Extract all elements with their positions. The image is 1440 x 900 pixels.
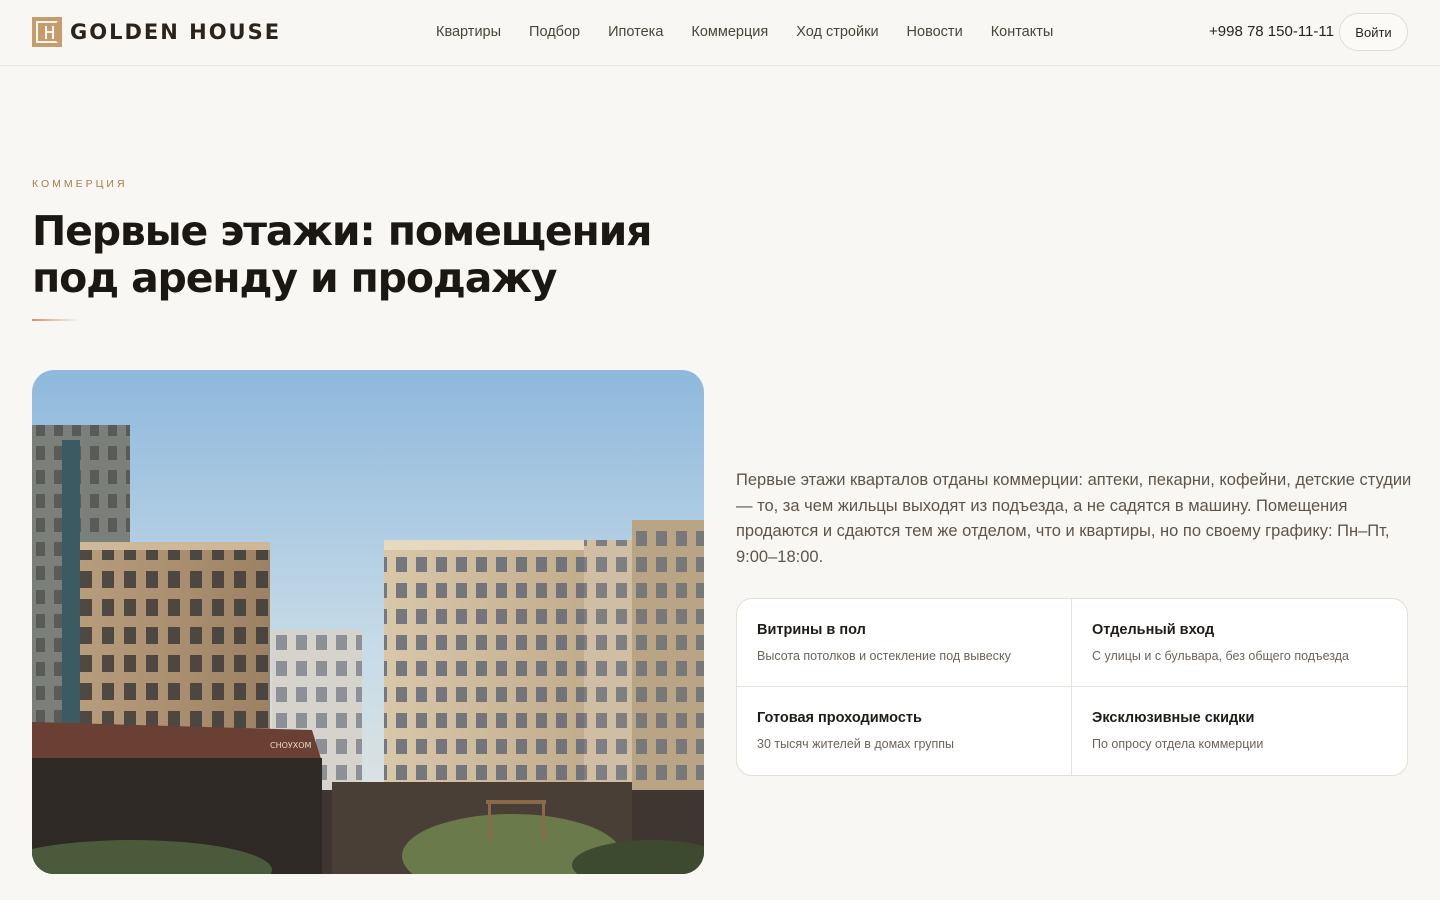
title-divider	[32, 319, 80, 321]
feature-title: Отдельный вход	[1092, 622, 1215, 638]
feature-title: Витрины в пол	[757, 622, 866, 638]
page-title: Первые этажи: помещения под аренду и про…	[32, 207, 652, 302]
nav-item-selection[interactable]: Подбор	[529, 22, 580, 42]
phone-link[interactable]: +998 78 150-11-11	[1209, 22, 1334, 42]
feature-title: Эксклюзивные скидки	[1092, 710, 1255, 726]
commercial-building-photo: СНОУХОМ	[32, 370, 704, 874]
feature-card: Витрины в пол Высота потолков и остеклен…	[737, 599, 1072, 687]
main-nav: Квартиры Подбор Ипотека Коммерция Ход ст…	[436, 22, 1053, 42]
feature-subtitle: Высота потолков и остекление под вывеску	[757, 649, 1011, 663]
nav-item-news[interactable]: Новости	[907, 22, 963, 42]
section-eyebrow: КОММЕРЦИЯ	[32, 178, 128, 190]
logo[interactable]: GOLDEN HOUSE	[32, 17, 281, 47]
nav-item-construction[interactable]: Ход стройки	[796, 22, 878, 42]
feature-card: Эксклюзивные скидки По опросу отдела ком…	[1072, 687, 1407, 775]
feature-subtitle: 30 тысяч жителей в домах группы	[757, 737, 955, 751]
nav-item-commerce[interactable]: Коммерция	[691, 22, 768, 42]
nav-item-apartments[interactable]: Квартиры	[436, 22, 501, 42]
feature-title: Готовая проходимость	[757, 710, 922, 726]
site-header: GOLDEN HOUSE Квартиры Подбор Ипотека Ком…	[0, 0, 1440, 66]
nav-item-contacts[interactable]: Контакты	[991, 22, 1054, 42]
section-description: Первые этажи кварталов отданы коммерции:…	[736, 471, 1412, 566]
photo-sign: СНОУХОМ	[270, 741, 312, 750]
login-button[interactable]: Войти	[1339, 13, 1408, 51]
feature-card: Готовая проходимость 30 тысяч жителей в …	[737, 687, 1072, 775]
feature-subtitle: С улицы и с бульвара, без общего подъезд…	[1092, 649, 1349, 663]
feature-card: Отдельный вход С улицы и с бульвара, без…	[1072, 599, 1407, 687]
features-grid: Витрины в пол Высота потолков и остеклен…	[736, 598, 1408, 776]
feature-subtitle: По опросу отдела коммерции	[1092, 737, 1264, 751]
logo-text: GOLDEN HOUSE	[70, 20, 282, 44]
nav-item-mortgage[interactable]: Ипотека	[608, 22, 663, 42]
logo-mark-icon	[32, 17, 62, 47]
